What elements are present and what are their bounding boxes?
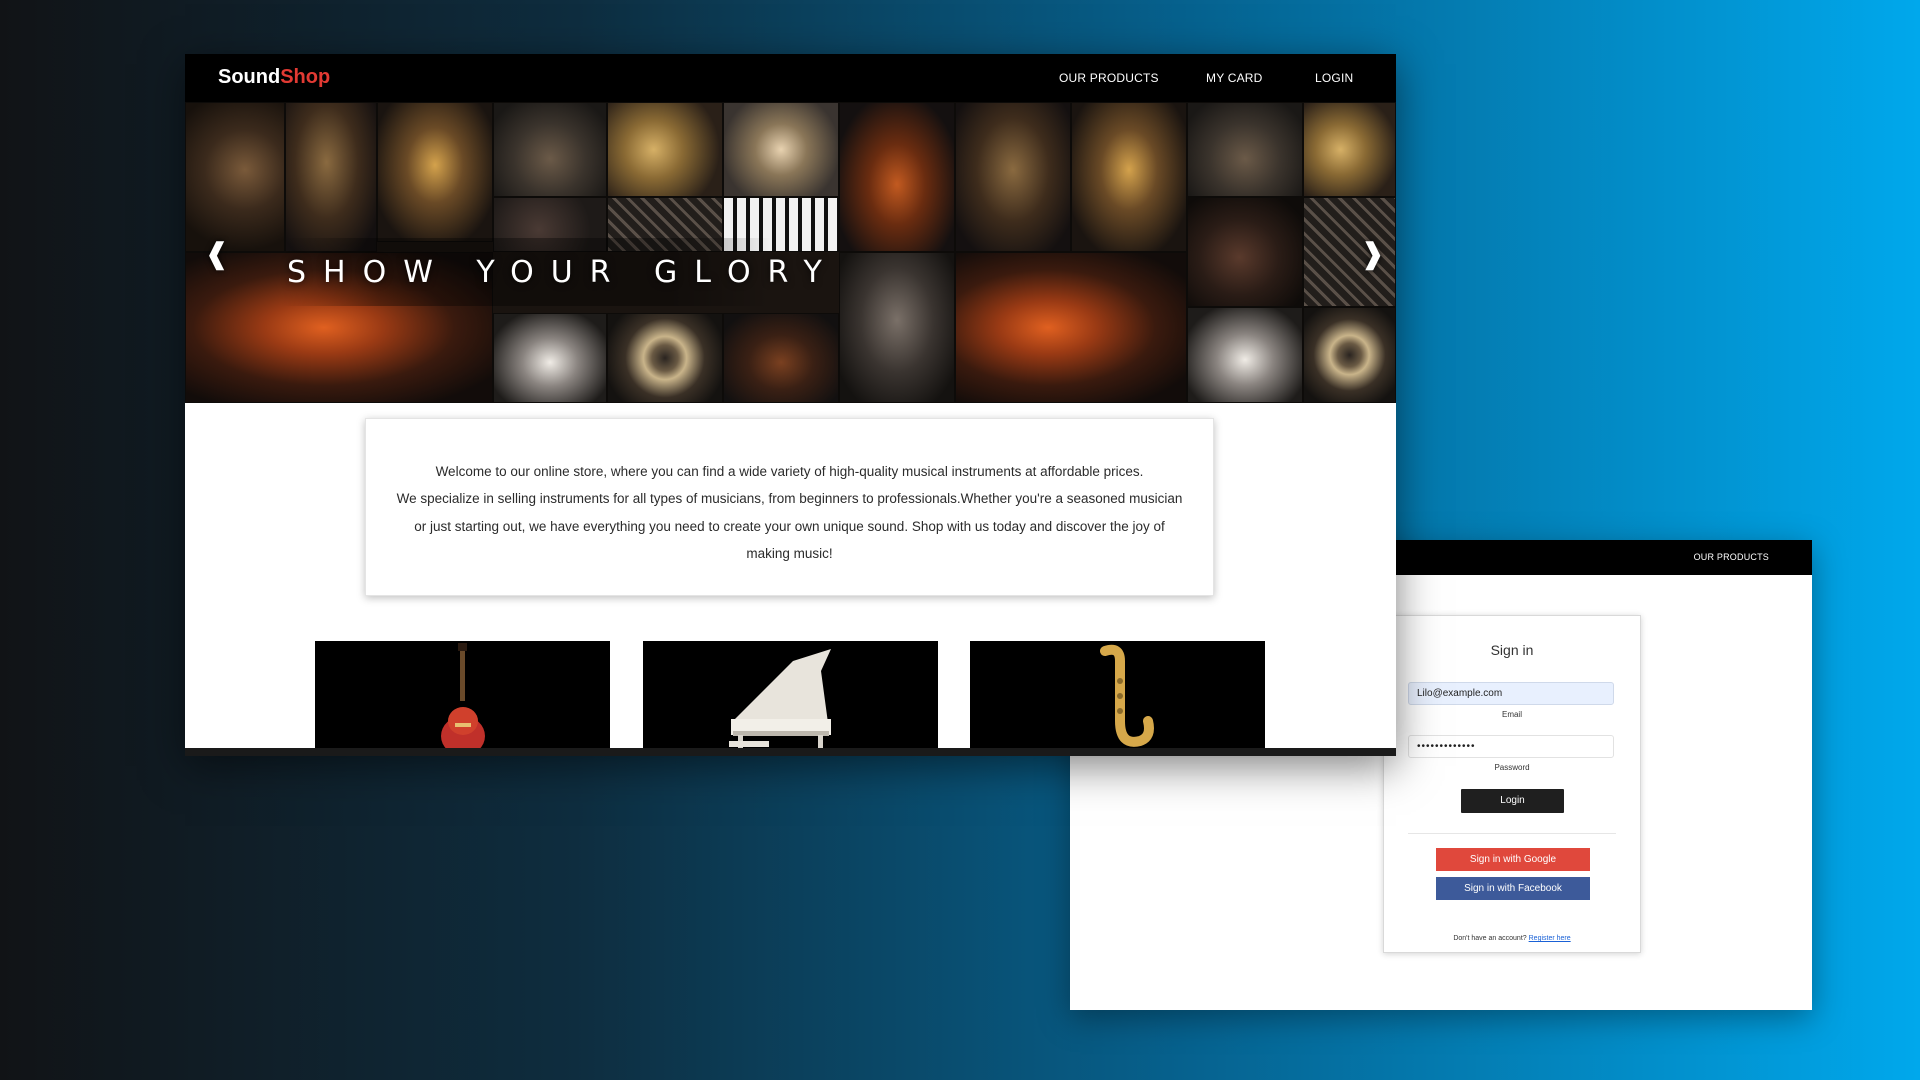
- hero-tile-horn: [607, 102, 723, 197]
- signin-title: Sign in: [1490, 642, 1534, 658]
- welcome-card: Welcome to our online store, where you c…: [365, 418, 1214, 596]
- register-link[interactable]: Register here: [1529, 935, 1571, 942]
- welcome-line-2: We specialize in selling instruments for…: [396, 491, 1183, 562]
- hero-tile-cello: [1187, 197, 1303, 307]
- nav-login-link[interactable]: LOGIN: [1315, 71, 1353, 85]
- nav-our-products-link[interactable]: OUR PRODUCTS: [1059, 71, 1159, 85]
- soundshop-logo[interactable]: SoundShop: [218, 66, 330, 89]
- welcome-line-1: Welcome to our online store, where you c…: [435, 464, 1144, 479]
- product-card-grand-piano[interactable]: [643, 641, 938, 752]
- nav-our-products-link[interactable]: OUR PRODUCTS: [1694, 552, 1769, 562]
- hero-tile-speaker: [1303, 307, 1396, 403]
- hero-tile-guitar: [1071, 102, 1187, 252]
- email-field[interactable]: Lilo@example.com: [1408, 682, 1614, 705]
- hero-tile-violin: [723, 313, 839, 403]
- facebook-signin-button[interactable]: Sign in with Facebook: [1436, 877, 1590, 900]
- google-signin-button[interactable]: Sign in with Google: [1436, 848, 1590, 871]
- register-prompt: Don't have an account? Register here: [1384, 935, 1640, 942]
- carousel-prev-arrow-icon[interactable]: ❰: [205, 239, 228, 269]
- hero-tile-guitar: [285, 102, 377, 252]
- hero-tile-electric-guitar: [955, 252, 1187, 403]
- electric-guitar-icon: [441, 643, 485, 752]
- email-label: Email: [1501, 710, 1522, 719]
- hero-tile-speaker: [607, 313, 723, 403]
- hero-tile-guitar: [377, 102, 493, 242]
- register-prompt-text: Don't have an account?: [1453, 935, 1527, 942]
- hero-tile-banjo: [1187, 102, 1303, 197]
- home-page-window: SoundShop OUR PRODUCTS MY CARD LOGIN SHO…: [185, 54, 1396, 756]
- divider: [1408, 833, 1616, 834]
- saxophone-icon: [1100, 644, 1154, 747]
- hero-tile-violin: [1187, 307, 1303, 403]
- product-card-electric-guitar[interactable]: [315, 641, 610, 752]
- product-card-saxophone[interactable]: [970, 641, 1265, 752]
- hero-tile-banjo: [493, 102, 607, 197]
- hero-tile-guitar: [185, 102, 285, 252]
- hero-headline: SHOW YOUR GLORY: [287, 255, 839, 290]
- password-field[interactable]: •••••••••••••: [1408, 735, 1614, 758]
- login-button[interactable]: Login: [1461, 789, 1564, 813]
- window-bottom-edge: [185, 748, 1396, 756]
- hero-tile-guitar: [839, 102, 955, 252]
- carousel-next-arrow-icon[interactable]: ❱: [1361, 239, 1384, 269]
- nav-my-card-link[interactable]: MY CARD: [1206, 71, 1263, 85]
- logo-part-shop: Shop: [280, 66, 331, 88]
- hero-tile-violin: [493, 313, 607, 403]
- hero-carousel: SHOW YOUR GLORY ❰ ❱: [185, 102, 1396, 403]
- hero-tile-ukulele: [723, 102, 839, 197]
- grand-piano-icon: [729, 649, 831, 752]
- hero-tile-acoustic: [839, 252, 955, 403]
- password-label: Password: [1494, 763, 1530, 772]
- hero-tile-guitar: [955, 102, 1071, 252]
- hero-tile-horn: [1303, 102, 1396, 197]
- logo-part-sound: Sound: [218, 66, 281, 88]
- signin-card: Sign in Lilo@example.com Email •••••••••…: [1383, 615, 1641, 953]
- home-navbar: SoundShop OUR PRODUCTS MY CARD LOGIN: [185, 54, 1396, 102]
- welcome-text: Welcome to our online store, where you c…: [396, 458, 1183, 568]
